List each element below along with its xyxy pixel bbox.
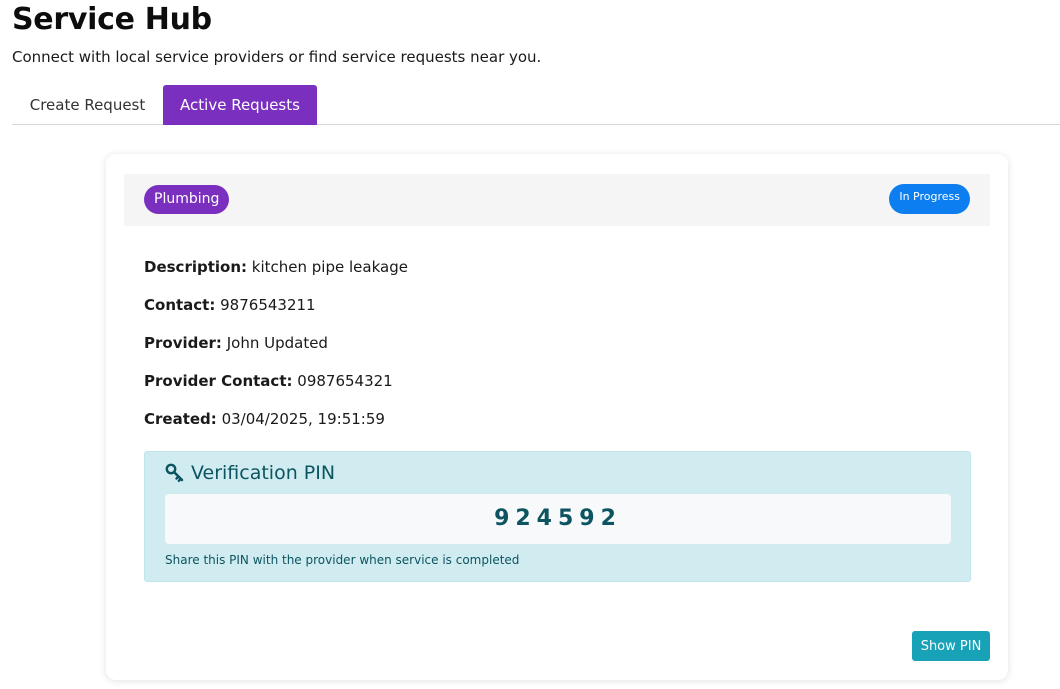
detail-value: 0987654321 <box>297 372 393 390</box>
request-details: Description: kitchen pipe leakage Contac… <box>144 258 408 448</box>
detail-created: Created: 03/04/2025, 19:51:59 <box>144 410 408 448</box>
verification-pin-label: Verification PIN <box>191 462 336 484</box>
request-card: Plumbing In Progress Description: kitche… <box>106 154 1008 680</box>
tab-active-requests[interactable]: Active Requests <box>163 85 317 125</box>
detail-label: Created: <box>144 410 217 428</box>
category-badge: Plumbing <box>144 185 230 214</box>
detail-contact: Contact: 9876543211 <box>144 296 408 334</box>
detail-label: Provider: <box>144 334 222 352</box>
detail-label: Contact: <box>144 296 216 314</box>
detail-provider-contact: Provider Contact: 0987654321 <box>144 372 408 410</box>
detail-value: 9876543211 <box>220 296 316 314</box>
detail-provider: Provider: John Updated <box>144 334 408 372</box>
status-badge: In Progress <box>889 184 970 214</box>
page-subtitle: Connect with local service providers or … <box>12 48 542 66</box>
verification-pin-panel: Verification PIN 924592 Share this PIN w… <box>144 451 971 582</box>
detail-value: John Updated <box>226 334 328 352</box>
tab-bar: Create Request Active Requests <box>12 85 1060 125</box>
tab-create-request[interactable]: Create Request <box>12 85 163 125</box>
pin-value: 924592 <box>165 494 951 544</box>
verification-pin-title: Verification PIN <box>165 462 335 484</box>
detail-description: Description: kitchen pipe leakage <box>144 258 408 296</box>
key-icon <box>165 463 185 483</box>
detail-value: 03/04/2025, 19:51:59 <box>221 410 385 428</box>
detail-value: kitchen pipe leakage <box>251 258 408 276</box>
show-pin-button[interactable]: Show PIN <box>912 631 990 661</box>
detail-label: Provider Contact: <box>144 372 293 390</box>
request-card-header: Plumbing In Progress <box>124 174 990 226</box>
detail-label: Description: <box>144 258 248 276</box>
page-title: Service Hub <box>12 2 212 37</box>
pin-hint: Share this PIN with the provider when se… <box>165 553 520 567</box>
